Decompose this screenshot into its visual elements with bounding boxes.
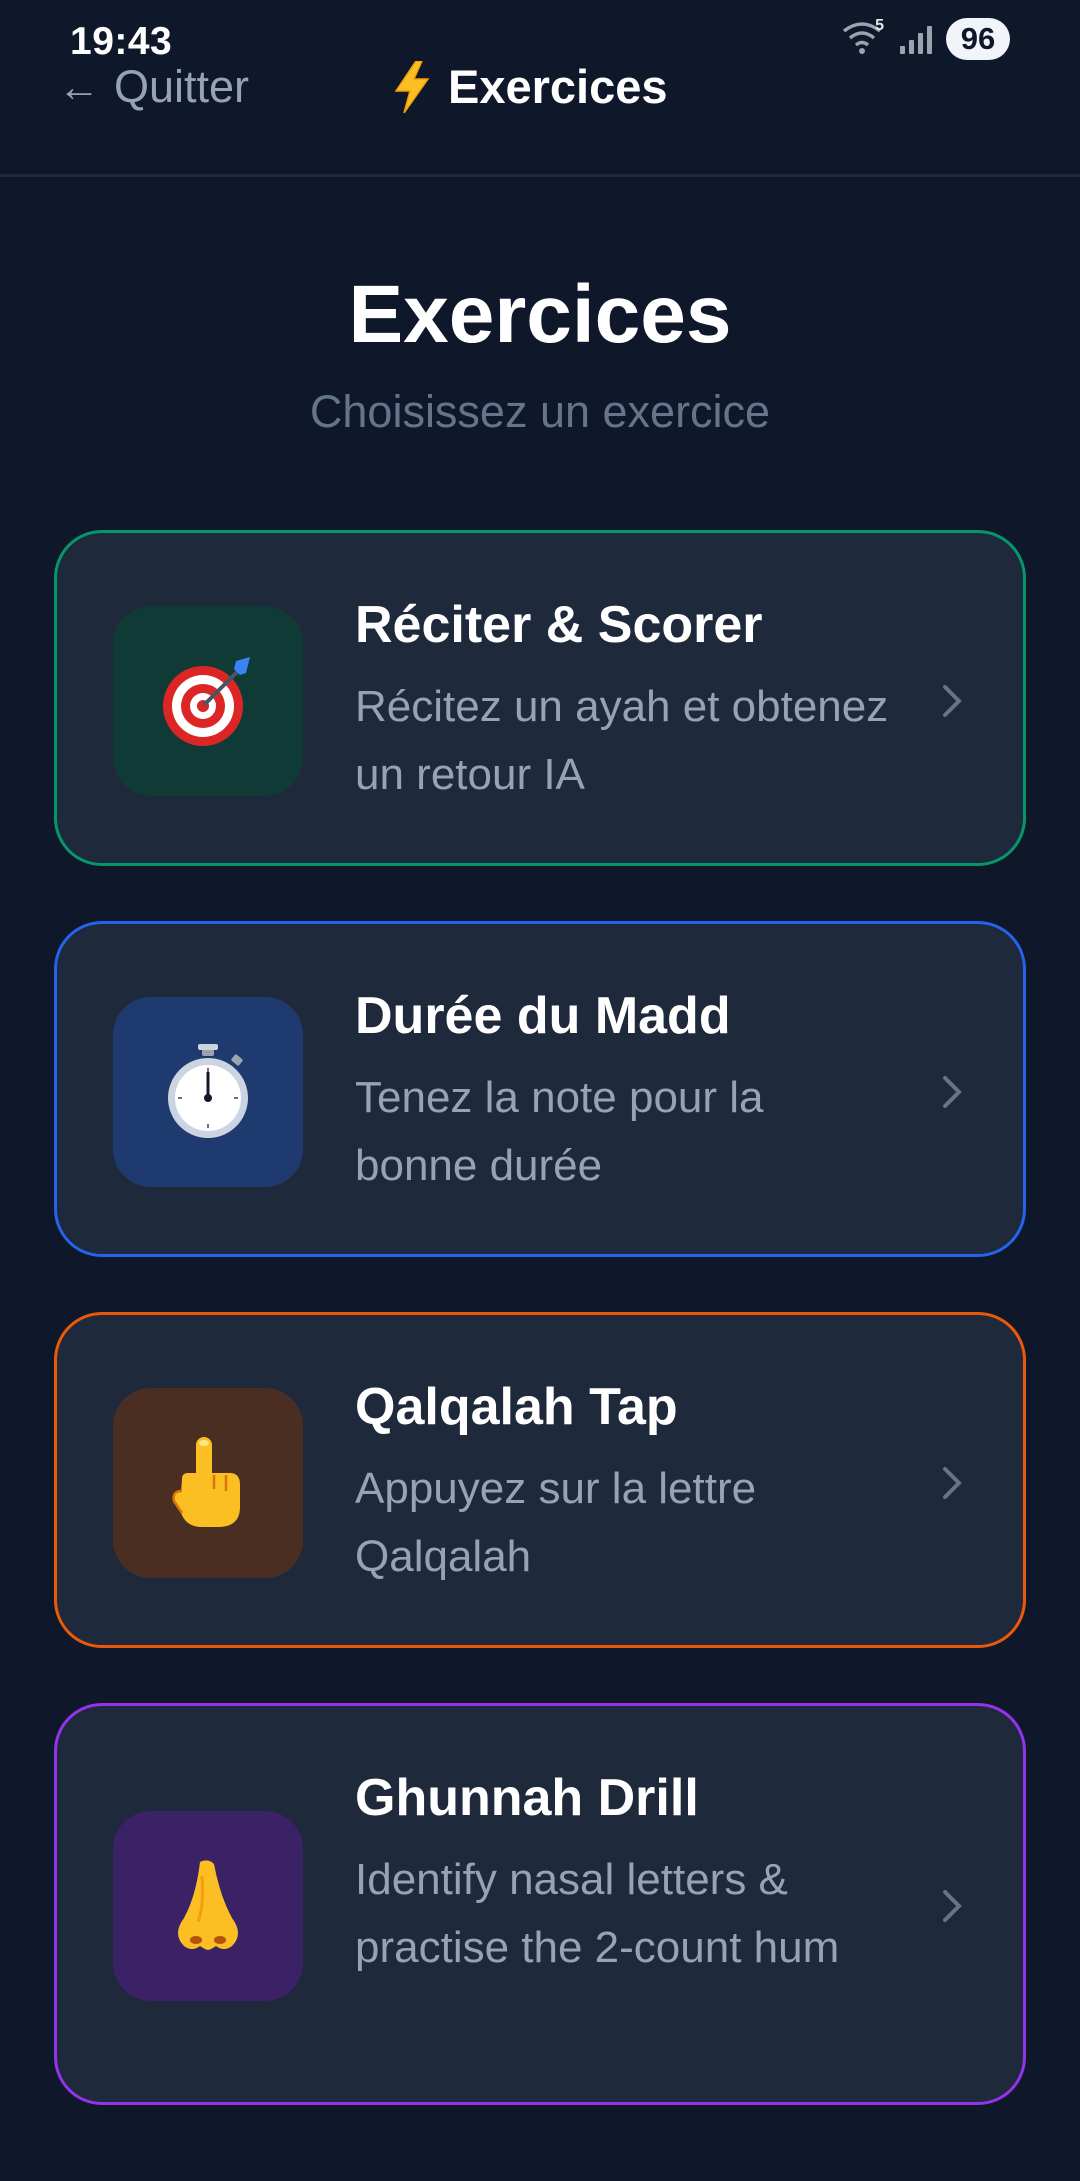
wifi-icon: 5 [842,17,886,57]
page-subtitle: Choisissez un exercice [309,386,771,437]
card-icon-box [113,997,303,1187]
card-description: Appuyez sur la lettre Qalqalah [355,1464,757,1581]
top-nav: ← Quitter Exercices [0,55,1080,177]
battery-indicator: 96 [946,18,1010,60]
card-description: Récitez un ayah et obtenez un retour IA [355,682,889,799]
exercise-card-ghunnah-drill[interactable]: Ghunnah Drill Identify nasal letters & p… [54,1703,1026,2105]
status-icons: 5 96 [842,17,1010,60]
back-arrow-icon: ← [58,63,100,110]
quit-button[interactable]: ← Quitter [58,61,249,113]
card-title: Réciter & Scorer [355,596,763,654]
nose-icon [178,1860,238,1950]
chevron-right-icon [943,1076,962,1108]
wifi-badge: 5 [875,17,884,34]
card-title: Qalqalah Tap [355,1378,678,1436]
card-icon-box [113,1388,303,1578]
chevron-right-icon [943,685,962,717]
nav-title: Exercices [392,59,668,114]
quit-label: Quitter [114,61,250,112]
card-title: Ghunnah Drill [355,1769,699,1827]
exercise-card-madd-duration[interactable]: Durée du Madd Tenez la note pour la bonn… [54,921,1026,1257]
lightning-icon [394,60,430,113]
page-title: Exercices [348,269,732,360]
card-icon-box [113,1811,303,2001]
exercise-card-recite-score[interactable]: Réciter & Scorer Récitez un ayah et obte… [54,530,1026,866]
card-icon-box [113,606,303,796]
exercise-card-qalqalah-tap[interactable]: Qalqalah Tap Appuyez sur la lettre Qalqa… [54,1312,1026,1648]
target-icon [163,657,250,746]
chevron-right-icon [943,1467,962,1499]
chevron-right-icon [943,1890,962,1922]
status-bar: 19:43 5 96 [0,0,1080,63]
nav-title-label: Exercices [448,60,668,113]
pointing-hand-icon [172,1437,240,1527]
signal-icon [900,24,932,54]
card-description: Identify nasal letters & practise the 2-… [355,1855,840,1972]
card-title: Durée du Madd [355,987,731,1045]
stopwatch-icon [168,1044,248,1138]
card-description: Tenez la note pour la bonne durée [355,1073,764,1190]
